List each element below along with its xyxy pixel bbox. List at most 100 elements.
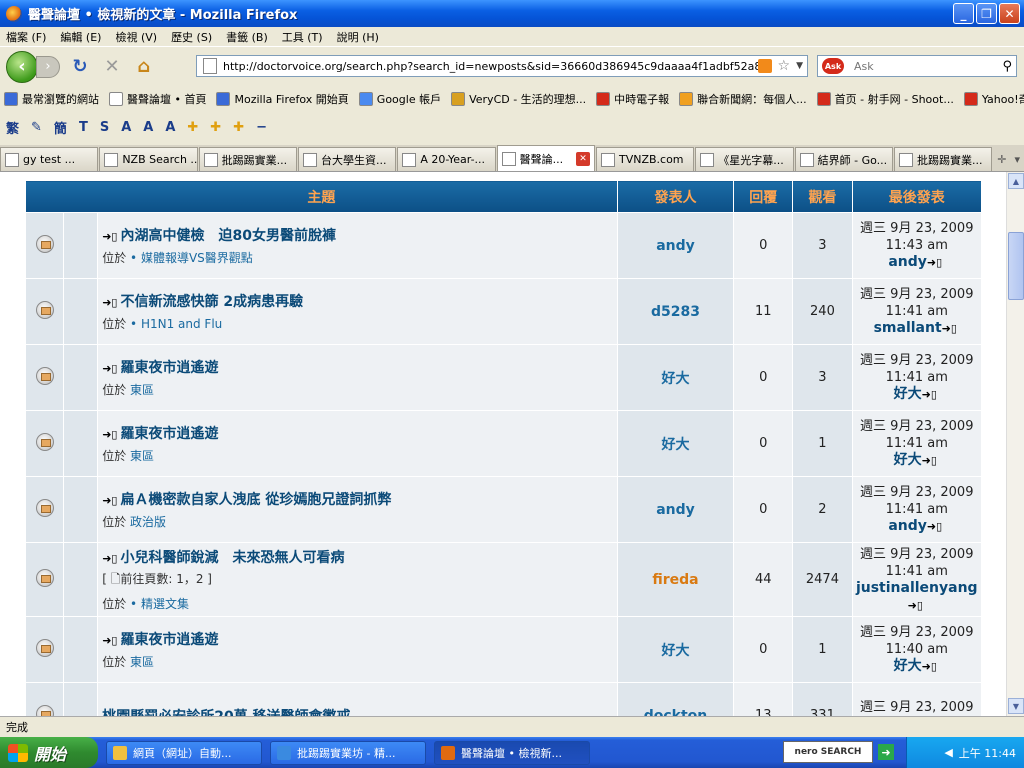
taskbar-window-button[interactable]: 批踢踢實業坊 - 精... (270, 740, 426, 765)
bookmark-item[interactable]: 中時電子報 (596, 91, 669, 107)
last-post-author-link[interactable]: justinallenyang (856, 580, 978, 596)
browser-tab[interactable]: NZB Search ... (99, 147, 198, 171)
author-link[interactable]: fireda (652, 572, 698, 588)
close-button[interactable]: ✕ (999, 3, 1020, 24)
last-post-author-link[interactable]: 好大 (894, 386, 922, 402)
author-link[interactable]: andy (656, 238, 695, 254)
rss-icon[interactable] (757, 59, 772, 73)
newest-post-icon[interactable]: ➜▯ (102, 494, 117, 507)
topic-title-link[interactable]: 羅東夜市逍遙遊 (120, 426, 218, 442)
last-post-author-link[interactable]: andy (888, 518, 927, 534)
toolbar-tool-icon[interactable]: 繁 (6, 118, 19, 137)
scroll-thumb[interactable] (1008, 232, 1024, 300)
taskbar-window-button[interactable]: 網頁（網址）自動... (106, 740, 262, 765)
nero-search-box[interactable]: nero SEARCH (783, 741, 873, 763)
header-last-post[interactable]: 最後發表 (851, 180, 983, 213)
bookmark-item[interactable]: 首页 - 射手网 - Shoot... (816, 91, 954, 107)
author-link[interactable]: 好大 (662, 643, 690, 659)
vertical-scrollbar[interactable]: ▲ ▼ (1006, 172, 1024, 716)
newest-post-icon[interactable]: ➜▯ (102, 296, 117, 309)
browser-tab[interactable]: 批踢踢實業... (893, 147, 993, 171)
topic-title-link[interactable]: 羅東夜市逍遙遊 (120, 360, 218, 376)
maximize-button[interactable]: ❐ (976, 3, 997, 24)
url-input[interactable] (223, 59, 758, 73)
newest-post-icon[interactable]: ➜▯ (102, 428, 117, 441)
menu-history[interactable]: 歷史 (S) (171, 29, 212, 45)
forum-link[interactable]: 東區 (130, 383, 154, 397)
start-button[interactable]: 開始 (0, 737, 98, 768)
topic-pagination[interactable]: [ 🗋前往頁數: 1，2 ] (102, 570, 617, 591)
newest-post-icon[interactable]: ➜▯ (102, 552, 117, 565)
menu-view[interactable]: 檢視 (V) (115, 29, 157, 45)
url-dropdown-icon[interactable]: ▼ (796, 61, 803, 71)
search-icon[interactable]: ⚲ (1002, 59, 1012, 74)
reload-icon[interactable]: ↻ (68, 55, 92, 79)
view-latest-post-icon[interactable]: ➜▯ (942, 320, 957, 337)
toolbar-tool-icon[interactable]: A (121, 120, 131, 135)
browser-tab[interactable]: TVNZB.com (595, 147, 695, 171)
browser-tab[interactable]: 醫聲論... ✕ (496, 145, 595, 171)
topic-title-link[interactable]: 不信新流感快篩 2成病患再驗 (120, 294, 303, 310)
view-latest-post-icon[interactable]: ➜▯ (922, 386, 937, 403)
toolbar-tool-icon[interactable]: 簡 (54, 118, 67, 137)
toolbar-tool-icon[interactable]: ✚ (187, 120, 198, 135)
forum-link[interactable]: • H1N1 and Flu (130, 317, 222, 331)
forward-button[interactable]: › (36, 55, 60, 78)
search-input[interactable] (854, 59, 1003, 73)
toolbar-tool-icon[interactable]: ✚ (210, 120, 221, 135)
browser-tab[interactable]: 批踢踢實業... (198, 147, 297, 171)
menu-edit[interactable]: 編輯 (E) (60, 29, 101, 45)
view-latest-post-icon[interactable]: ➜▯ (927, 518, 942, 535)
view-latest-post-icon[interactable]: ➜▯ (922, 658, 937, 675)
stop-icon[interactable]: ✕ (100, 55, 124, 79)
forum-link[interactable]: • 媒體報導VS醫界觀點 (130, 251, 253, 265)
topic-title-link[interactable]: 扁Ａ機密款自家人洩底 從珍嫣胞兄證詞抓弊 (120, 492, 391, 508)
header-author[interactable]: 發表人 (616, 180, 735, 213)
view-latest-post-icon[interactable]: ➜▯ (908, 597, 923, 614)
last-post-author-link[interactable]: 好大 (894, 658, 922, 674)
url-bar[interactable]: ☆ ▼ (196, 55, 808, 77)
forum-link[interactable]: 東區 (130, 449, 154, 463)
browser-tab[interactable]: gy test ... (0, 147, 99, 171)
search-bar[interactable]: Ask ⚲ (817, 55, 1017, 77)
forum-link[interactable]: 東區 (130, 655, 154, 669)
scroll-up-icon[interactable]: ▲ (1008, 173, 1024, 189)
view-latest-post-icon[interactable]: ➜▯ (922, 452, 937, 469)
toolbar-tool-icon[interactable]: S (100, 120, 109, 135)
menu-file[interactable]: 檔案 (F) (6, 29, 46, 45)
topic-title-link[interactable]: 羅東夜市逍遙遊 (120, 632, 218, 648)
menu-help[interactable]: 說明 (H) (337, 29, 379, 45)
topic-title-link[interactable]: 桃園縣罰必安診所20萬 移送醫師會懲戒 (102, 709, 350, 717)
bookmark-item[interactable]: Yahoo!奇摩 (963, 91, 1024, 107)
bookmark-item[interactable]: 醫聲論壇 • 首頁 (109, 91, 206, 107)
author-link[interactable]: d5283 (651, 304, 700, 320)
author-link[interactable]: andy (656, 502, 695, 518)
search-engine-icon[interactable]: Ask (822, 58, 844, 74)
last-post-author-link[interactable]: smallant (874, 320, 942, 336)
browser-tab[interactable]: 台大學生資... (297, 147, 397, 171)
author-link[interactable]: 好大 (662, 437, 690, 453)
back-button[interactable]: ‹ (6, 50, 38, 83)
home-icon[interactable]: ⌂ (132, 55, 156, 79)
menu-bookmarks[interactable]: 書籤 (B) (226, 29, 268, 45)
author-link[interactable]: dockton (644, 708, 708, 717)
last-post-author-link[interactable]: 好大 (894, 452, 922, 468)
newest-post-icon[interactable]: ➜▯ (102, 634, 117, 647)
toolbar-tool-icon[interactable]: A (165, 120, 175, 135)
last-post-author-link[interactable]: andy (888, 254, 927, 270)
tab-list-icon[interactable]: ▾ (1015, 153, 1021, 166)
bookmark-item[interactable]: Mozilla Firefox 開始頁 (216, 91, 349, 107)
toolbar-tool-icon[interactable]: − (256, 120, 267, 135)
taskbar-window-button[interactable]: 醫聲論壇 • 檢視新... (434, 740, 590, 765)
bookmark-item[interactable]: 最常瀏覽的網站 (4, 91, 99, 107)
header-topic[interactable]: 主題 (25, 180, 618, 213)
toolbar-tool-icon[interactable]: T (79, 120, 88, 135)
bookmark-star-icon[interactable]: ☆ (778, 58, 791, 74)
menu-tools[interactable]: 工具 (T) (282, 29, 323, 45)
minimize-button[interactable]: _ (953, 3, 974, 24)
new-tab-icon[interactable]: ✛ (997, 153, 1006, 166)
tray-volume-icon[interactable]: ◀ (944, 746, 952, 759)
author-link[interactable]: 好大 (662, 371, 690, 387)
browser-tab[interactable]: 《星光字幕... (695, 147, 794, 171)
toolbar-tool-icon[interactable]: ✎ (31, 120, 42, 135)
